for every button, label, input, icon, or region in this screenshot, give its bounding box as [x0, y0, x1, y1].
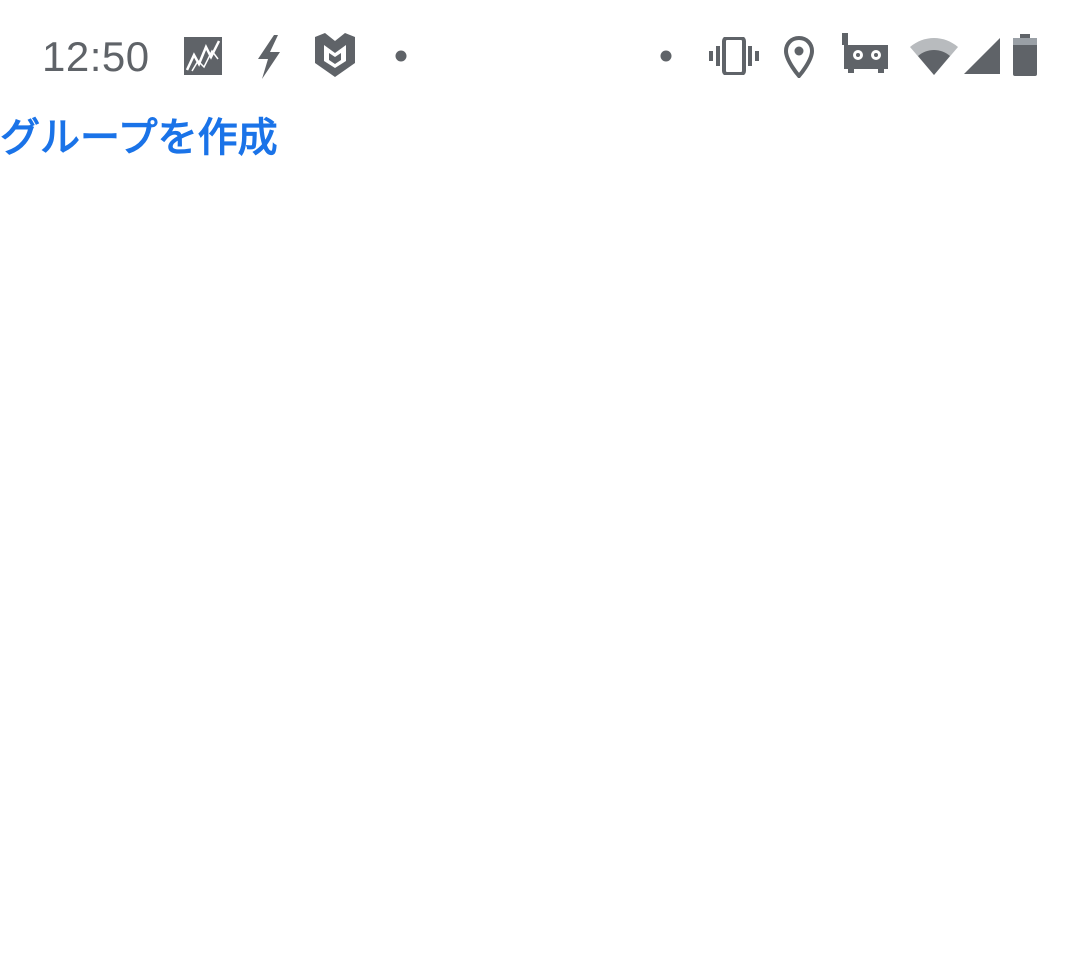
status-time: 12:50: [42, 33, 150, 80]
stock-chart-icon: [184, 37, 222, 75]
notification-dot-icon: [395, 50, 407, 62]
app-screen: 12:50 グループを作成: [0, 0, 1074, 979]
bolt-icon: [254, 35, 284, 79]
notification-dot-icon: [660, 50, 672, 62]
battery-icon: [1013, 34, 1037, 76]
vr-headset-icon: [840, 33, 888, 73]
vibrate-icon: [709, 37, 759, 75]
mcafee-shield-icon: [315, 33, 355, 77]
wifi-icon: [910, 37, 958, 75]
cellular-signal-icon: [964, 38, 1000, 74]
status-bar: 12:50: [0, 0, 1074, 112]
create-group-link[interactable]: グループを作成: [0, 112, 278, 164]
location-pin-icon: [784, 36, 814, 78]
